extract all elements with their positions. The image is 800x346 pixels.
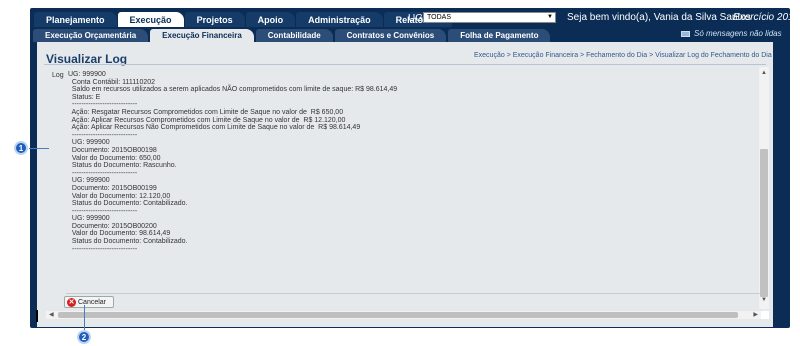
cancel-icon: ✕ [67, 297, 76, 307]
callout-badge-2: 2 [77, 330, 91, 344]
callout-badge-1: 1 [14, 141, 28, 155]
breadcrumb[interactable]: Execução > Execução Financeira > Fechame… [474, 52, 772, 59]
tab-folha-pagamento[interactable]: Folha de Pagamento [448, 29, 551, 42]
horizontal-scrollbar[interactable]: ◀ ▶ [46, 311, 761, 319]
vertical-scroll-thumb[interactable] [760, 149, 768, 297]
dropdown-arrow-icon: ▼ [547, 14, 553, 20]
ug-select[interactable]: TODAS ▼ [423, 12, 556, 23]
horizontal-scroll-thumb[interactable] [58, 312, 738, 318]
menu-apoio[interactable]: Apoio [245, 12, 296, 27]
ug-label: UG [408, 13, 423, 24]
unread-messages-link[interactable]: Só mensagens não lidas [681, 29, 782, 38]
menu-administracao[interactable]: Administração [296, 12, 383, 27]
callout-2-line [84, 305, 85, 330]
menu-planejamento[interactable]: Planejamento [34, 12, 117, 27]
tab-execucao-financeira[interactable]: Execução Financeira [150, 29, 254, 42]
cancel-button-label: Cancelar [78, 298, 107, 306]
welcome-text: Seja bem vindo(a), Vania da Silva Santos [567, 12, 751, 23]
scroll-right-icon[interactable]: ▶ [753, 311, 758, 318]
unread-messages-label: Só mensagens não lidas [694, 29, 782, 38]
envelope-icon [681, 30, 690, 37]
menu-projetos[interactable]: Projetos [184, 12, 245, 27]
menu-execucao[interactable]: Execução [117, 12, 184, 27]
tab-execucao-orcamentaria[interactable]: Execução Orçamentária [33, 29, 149, 42]
bracket-marker [36, 310, 39, 322]
scroll-left-icon[interactable]: ◀ [49, 311, 54, 318]
scroll-down-icon[interactable]: ▼ [761, 297, 767, 303]
footer-divider [66, 293, 760, 294]
tab-contabilidade[interactable]: Contabilidade [255, 29, 333, 42]
scroll-up-icon[interactable]: ▲ [761, 70, 767, 76]
vertical-scrollbar[interactable]: ▲ ▼ [759, 67, 769, 309]
sub-menu: Execução Orçamentária Execução Financeir… [33, 28, 788, 42]
log-text: UG: 999900 Conta Contábil: 111110202 Sal… [68, 71, 398, 253]
exercicio-link[interactable]: Exercício 2015 [733, 12, 799, 23]
tab-contratos-convenios[interactable]: Contratos e Convênios [334, 29, 447, 42]
log-label: Log [52, 72, 64, 79]
title-divider [44, 64, 766, 65]
cancel-button[interactable]: ✕ Cancelar [64, 296, 114, 308]
scroll-corner [761, 311, 769, 319]
ug-select-value: TODAS [427, 14, 451, 21]
top-menu: Planejamento Execução Projetos Apoio Adm… [34, 11, 453, 27]
callout-1-line [29, 148, 49, 149]
